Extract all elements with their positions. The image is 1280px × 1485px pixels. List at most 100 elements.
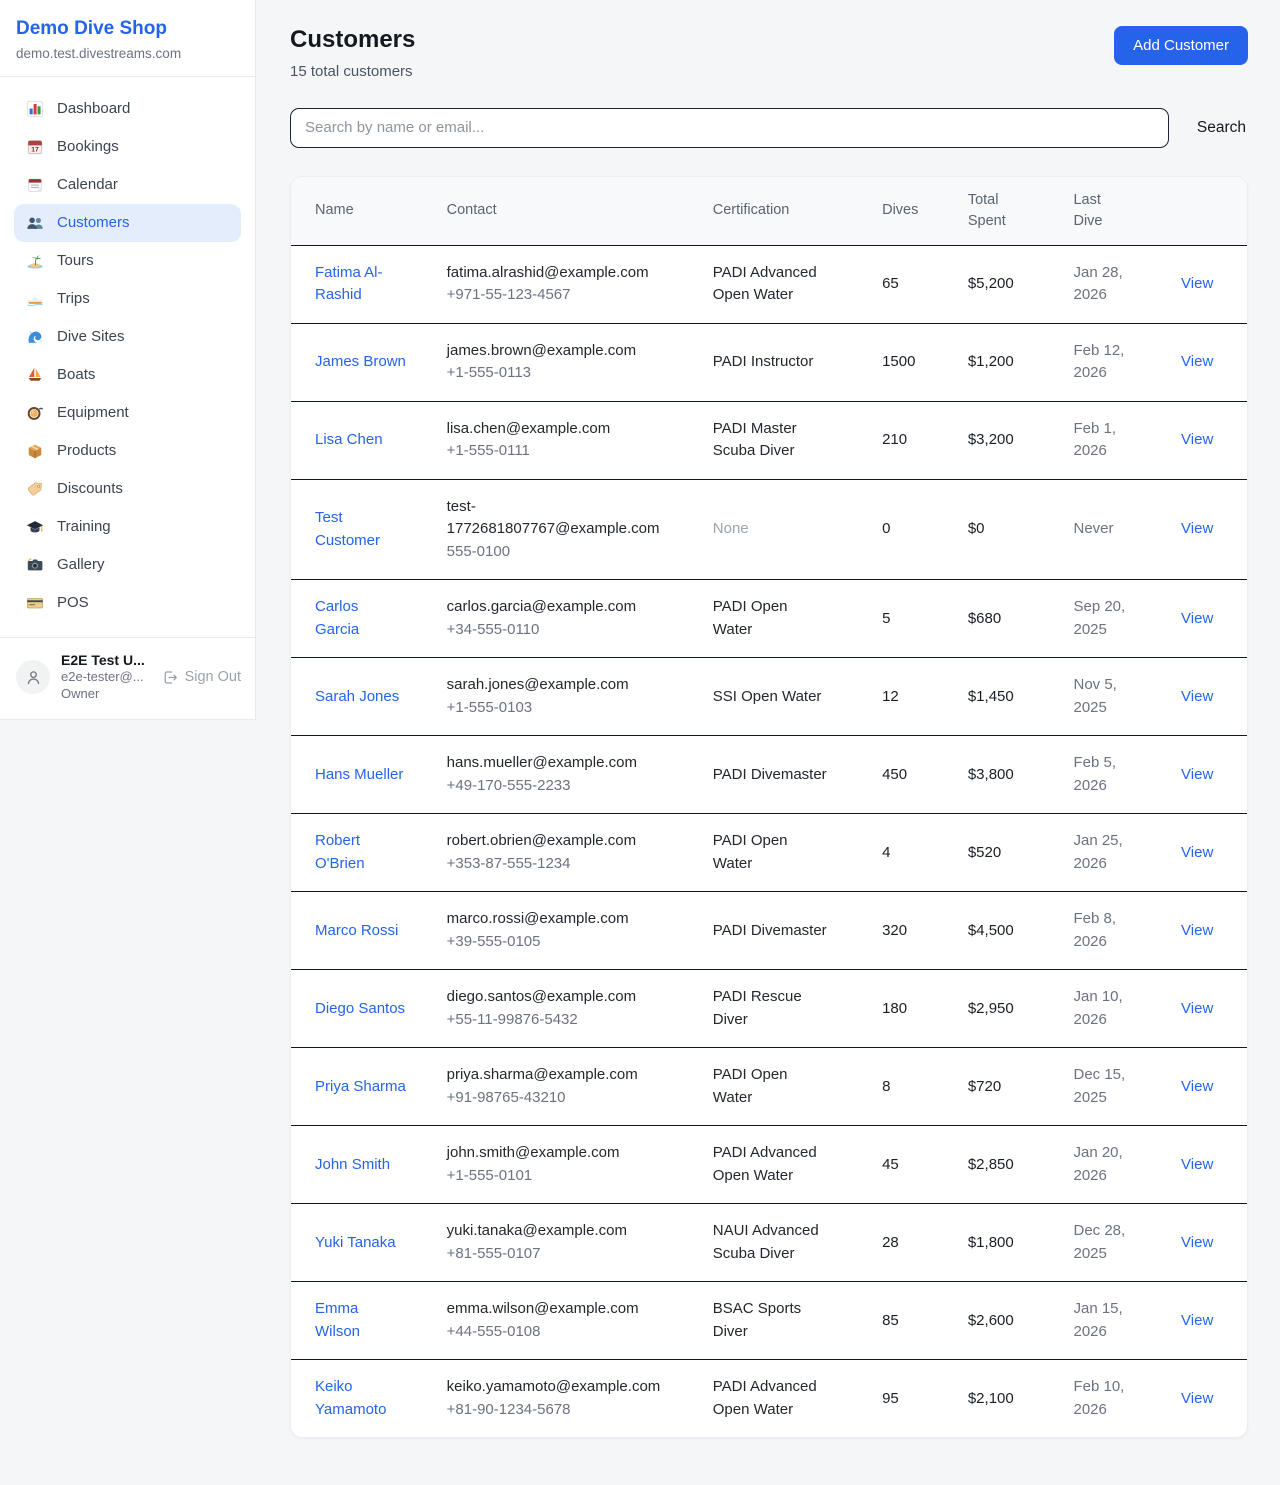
sidebar-nav-item[interactable]: Boats [14, 356, 241, 394]
wave-icon [26, 328, 44, 346]
view-link[interactable]: View [1181, 922, 1213, 939]
sidebar-nav-item-label: Bookings [57, 138, 119, 155]
customer-last-dive: Jan 25, 2026 [1073, 830, 1137, 875]
table-row: Carlos Garcia carlos.garcia@example.com … [291, 580, 1247, 658]
customer-name-link[interactable]: Robert O'Brien [315, 830, 406, 875]
view-link[interactable]: View [1181, 275, 1213, 292]
customer-name-link[interactable]: John Smith [315, 1154, 390, 1177]
table-row: John Smith john.smith@example.com +1-555… [291, 1126, 1247, 1204]
customer-total-spent: $680 [968, 610, 1001, 627]
sidebar-nav-item[interactable]: Tours [14, 242, 241, 280]
customer-phone: +971-55-123-4567 [447, 284, 689, 307]
customer-last-dive: Feb 5, 2026 [1073, 752, 1137, 797]
table-row: James Brown james.brown@example.com +1-5… [291, 323, 1247, 401]
sidebar-nav-item[interactable]: Dashboard [14, 90, 241, 128]
customer-email: emma.wilson@example.com [447, 1298, 675, 1321]
sign-out-icon [161, 669, 178, 686]
table-row: Keiko Yamamoto keiko.yamamoto@example.co… [291, 1360, 1247, 1438]
table-row: Diego Santos diego.santos@example.com +5… [291, 970, 1247, 1048]
sidebar-nav-item[interactable]: Products [14, 432, 241, 470]
customer-name-link[interactable]: Marco Rossi [315, 920, 398, 943]
customer-total-spent: $520 [968, 844, 1001, 861]
customer-phone: +1-555-0101 [447, 1165, 689, 1188]
table-row: Sarah Jones sarah.jones@example.com +1-5… [291, 658, 1247, 736]
view-link[interactable]: View [1181, 520, 1213, 537]
table-row: Lisa Chen lisa.chen@example.com +1-555-0… [291, 401, 1247, 479]
sailboat-icon [26, 366, 44, 384]
sidebar-nav-item[interactable]: Trips [14, 280, 241, 318]
add-customer-button[interactable]: Add Customer [1114, 26, 1248, 65]
customer-last-dive: Sep 20, 2025 [1073, 596, 1137, 641]
sign-out-button[interactable]: Sign Out [161, 669, 241, 686]
sidebar-nav-item[interactable]: Discounts [14, 470, 241, 508]
user-section: E2E Test U... e2e-tester@... Owner Sign … [0, 637, 255, 719]
sidebar-nav-item-label: Calendar [57, 176, 118, 193]
view-link[interactable]: View [1181, 1234, 1213, 1251]
customer-dives: 8 [882, 1078, 890, 1095]
sidebar: Demo Dive Shop demo.test.divestreams.com… [0, 0, 256, 720]
sidebar-nav-item-label: Products [57, 442, 116, 459]
customer-last-dive: Jan 28, 2026 [1073, 262, 1137, 307]
view-link[interactable]: View [1181, 1156, 1213, 1173]
customer-name-link[interactable]: Sarah Jones [315, 686, 399, 709]
view-link[interactable]: View [1181, 1390, 1213, 1407]
search-button[interactable]: Search [1195, 115, 1248, 141]
customer-name-link[interactable]: Priya Sharma [315, 1076, 406, 1099]
customer-name-link[interactable]: Yuki Tanaka [315, 1232, 396, 1255]
calendar-pad-icon [26, 176, 44, 194]
customer-email: priya.sharma@example.com [447, 1064, 675, 1087]
table-header: Name Contact Certification Dives Total S… [291, 177, 1247, 246]
search-row: Search [290, 108, 1248, 148]
view-link[interactable]: View [1181, 1000, 1213, 1017]
search-input[interactable] [290, 108, 1169, 148]
customer-phone: +34-555-0110 [447, 619, 689, 642]
view-link[interactable]: View [1181, 766, 1213, 783]
customer-name-link[interactable]: Emma Wilson [315, 1298, 406, 1343]
customer-certification: PADI Open Water [713, 830, 831, 875]
user-role: Owner [61, 685, 145, 703]
customer-email: keiko.yamamoto@example.com [447, 1376, 675, 1399]
view-link[interactable]: View [1181, 1078, 1213, 1095]
customer-name-link[interactable]: Keiko Yamamoto [315, 1376, 406, 1421]
table-row: Robert O'Brien robert.obrien@example.com… [291, 814, 1247, 892]
view-link[interactable]: View [1181, 688, 1213, 705]
sidebar-nav-item[interactable]: Bookings [14, 128, 241, 166]
people-icon [26, 214, 44, 232]
customer-name-link[interactable]: Lisa Chen [315, 429, 383, 452]
col-header-dives: Dives [870, 177, 956, 246]
customer-certification: None [713, 518, 749, 541]
sidebar-nav-item[interactable]: Training [14, 508, 241, 546]
table-row: Marco Rossi marco.rossi@example.com +39-… [291, 892, 1247, 970]
page-header: Customers 15 total customers Add Custome… [290, 26, 1248, 80]
customer-total-spent: $3,200 [968, 431, 1014, 448]
table-row: Fatima Al-Rashid fatima.alrashid@example… [291, 245, 1247, 323]
view-link[interactable]: View [1181, 610, 1213, 627]
sidebar-nav-item[interactable]: Calendar [14, 166, 241, 204]
customer-last-dive: Feb 1, 2026 [1073, 418, 1137, 463]
customer-name-link[interactable]: James Brown [315, 351, 406, 374]
sidebar-nav-item[interactable]: POS [14, 584, 241, 622]
customer-last-dive: Jan 10, 2026 [1073, 986, 1137, 1031]
customer-certification: SSI Open Water [713, 686, 822, 709]
sidebar-nav-item[interactable]: Customers [14, 204, 241, 242]
view-link[interactable]: View [1181, 844, 1213, 861]
view-link[interactable]: View [1181, 353, 1213, 370]
customer-name-link[interactable]: Fatima Al-Rashid [315, 262, 406, 307]
col-header-actions [1169, 177, 1247, 246]
bar-chart-icon [26, 100, 44, 118]
sidebar-nav-item[interactable]: Equipment [14, 394, 241, 432]
customer-phone: +353-87-555-1234 [447, 853, 689, 876]
view-link[interactable]: View [1181, 1312, 1213, 1329]
customer-email: fatima.alrashid@example.com [447, 262, 675, 285]
view-link[interactable]: View [1181, 431, 1213, 448]
sidebar-nav-item[interactable]: Dive Sites [14, 318, 241, 356]
customer-name-link[interactable]: Test Customer [315, 507, 406, 552]
customer-name-link[interactable]: Diego Santos [315, 998, 405, 1021]
customer-name-link[interactable]: Hans Mueller [315, 764, 403, 787]
sidebar-nav-item[interactable]: Gallery [14, 546, 241, 584]
sidebar-nav-item-label: Training [57, 518, 111, 535]
user-info: E2E Test U... e2e-tester@... Owner [61, 652, 145, 703]
customer-name-link[interactable]: Carlos Garcia [315, 596, 406, 641]
page-subtitle: 15 total customers [290, 63, 415, 80]
customer-certification: PADI Advanced Open Water [713, 262, 831, 307]
